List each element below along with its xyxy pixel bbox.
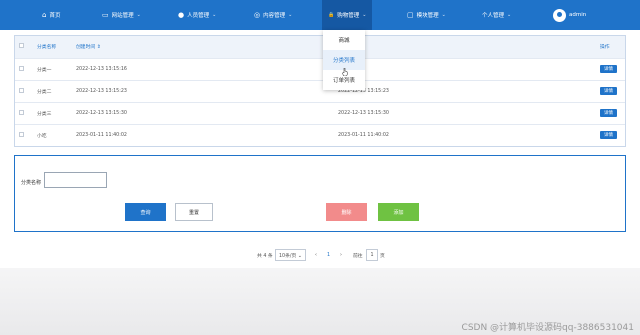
column-header-created[interactable]: 创建时间 ⇕ xyxy=(72,36,334,58)
search-label: 分类名称 xyxy=(21,180,42,186)
chevron-down-icon: ⌄ xyxy=(362,12,367,18)
goto-prefix: 前往 xyxy=(353,253,363,259)
top-nav-bar: ⌂ 首页 ▭ 网站管理 ⌄ ● 人员管理 ⌄ ◎ 内容管理 ⌄ 🔒 购物管理 ⌄… xyxy=(0,0,640,30)
nav-staff-management[interactable]: ● 人员管理 ⌄ xyxy=(178,0,216,30)
cell-updated: 2023-01-11 11:40:02 xyxy=(338,132,389,138)
cell-name: 分类三 xyxy=(37,111,52,117)
cell-updated xyxy=(334,58,596,80)
nav-module-management[interactable]: ▢ 模块管理 ⌄ xyxy=(407,0,446,30)
cell-updated: 2022-12-13 13:15:23 xyxy=(338,88,389,94)
detail-button[interactable]: 详情 xyxy=(600,109,617,117)
compass-icon: ◎ xyxy=(254,10,261,19)
nav-personal-management[interactable]: 个人管理 ⌄ xyxy=(482,0,511,30)
cell-created: 2022-12-13 13:15:30 xyxy=(76,110,127,116)
cell-created: 2022-12-13 13:15:16 xyxy=(76,66,127,72)
delete-button[interactable]: 删除 xyxy=(326,203,367,221)
table-row: 分类二 2022-12-13 13:15:23 2022-12-13 13:15… xyxy=(15,80,625,102)
chevron-down-icon: ⌄ xyxy=(212,12,217,18)
chevron-down-icon: ⌄ xyxy=(288,12,293,18)
chevron-down-icon: ⌄ xyxy=(507,12,512,18)
cell-created: 2023-01-11 11:40:02 xyxy=(76,132,127,138)
nav-home[interactable]: ⌂ 首页 xyxy=(42,0,60,30)
column-header-updated xyxy=(334,36,596,58)
monitor-icon: ▭ xyxy=(102,10,109,19)
lock-icon: 🔒 xyxy=(328,11,335,18)
table-row: 小吃 2023-01-11 11:40:02 2023-01-11 11:40:… xyxy=(15,124,625,146)
prev-page-button[interactable]: ‹ xyxy=(315,249,317,261)
nav-site-management[interactable]: ▭ 网站管理 ⌄ xyxy=(102,0,141,30)
nav-module-management-label: 模块管理 xyxy=(416,13,439,19)
page-size-select[interactable]: 10条/页 ⌄ xyxy=(275,249,306,261)
detail-button[interactable]: 详情 xyxy=(600,87,617,95)
user-icon: ● xyxy=(178,10,185,19)
username: admin xyxy=(569,12,587,18)
category-table-panel: 分类名称 创建时间 ⇕ 操作 分类一 2022-12-13 13:15:16 详… xyxy=(14,35,626,147)
chevron-down-icon: ⌄ xyxy=(441,12,446,18)
reset-button[interactable]: 重置 xyxy=(175,203,213,221)
add-button[interactable]: 添加 xyxy=(378,203,419,221)
nav-staff-management-label: 人员管理 xyxy=(187,13,210,19)
nav-home-label: 首页 xyxy=(49,13,61,19)
detail-button[interactable]: 详情 xyxy=(600,131,617,140)
table-header-row: 分类名称 创建时间 ⇕ 操作 xyxy=(15,36,625,58)
footer: CSDN @计算机毕设源码qq-3886531041 xyxy=(0,268,640,335)
cell-name: 小吃 xyxy=(37,133,47,139)
category-name-input[interactable] xyxy=(44,172,107,188)
home-icon: ⌂ xyxy=(42,10,47,19)
goto-page-input[interactable]: 1 xyxy=(366,249,378,261)
avatar xyxy=(553,8,566,22)
dropdown-item-category-list[interactable]: 分类列表 xyxy=(323,50,365,70)
total-count: 共 4 条 xyxy=(257,253,273,259)
cell-name: 分类二 xyxy=(37,89,52,95)
shopping-dropdown-menu: 商城 分类列表 订单列表 xyxy=(323,30,365,90)
row-checkbox[interactable] xyxy=(19,65,24,71)
nav-site-management-label: 网站管理 xyxy=(111,13,134,19)
query-button[interactable]: 查询 xyxy=(125,203,166,221)
dropdown-item-mall[interactable]: 商城 xyxy=(323,30,365,50)
nav-shopping-management-label: 购物管理 xyxy=(337,13,360,19)
hand-cursor-icon xyxy=(342,68,348,76)
chevron-down-icon: ⌄ xyxy=(136,12,141,18)
table-row: 分类三 2022-12-13 13:15:30 2022-12-13 13:15… xyxy=(15,102,625,124)
page-number-current[interactable]: 1 xyxy=(327,249,330,261)
goto-suffix: 页 xyxy=(380,253,385,259)
watermark: CSDN @计算机毕设源码qq-3886531041 xyxy=(461,323,634,333)
next-page-button[interactable]: › xyxy=(340,249,342,261)
nav-shopping-management[interactable]: 🔒 购物管理 ⌄ xyxy=(322,0,372,30)
cell-created: 2022-12-13 13:15:23 xyxy=(76,88,127,94)
detail-button[interactable]: 详情 xyxy=(600,65,617,73)
pagination: 共 4 条 10条/页 ⌄ ‹ 1 › 前往 1 页 xyxy=(0,249,640,261)
column-header-name: 分类名称 xyxy=(37,45,57,51)
select-all-checkbox[interactable] xyxy=(19,43,24,49)
search-panel: 分类名称 查询 重置 删除 添加 xyxy=(14,155,626,232)
row-checkbox[interactable] xyxy=(19,87,24,93)
nav-content-management[interactable]: ◎ 内容管理 ⌄ xyxy=(254,0,292,30)
nav-personal-management-label: 个人管理 xyxy=(482,13,505,19)
row-checkbox[interactable] xyxy=(19,131,24,137)
cell-name: 分类一 xyxy=(37,67,52,73)
cell-updated: 2022-12-13 13:15:30 xyxy=(338,110,389,116)
row-checkbox[interactable] xyxy=(19,109,24,115)
column-header-actions: 操作 xyxy=(600,45,610,51)
table-row: 分类一 2022-12-13 13:15:16 详情 xyxy=(15,58,625,80)
category-table: 分类名称 创建时间 ⇕ 操作 分类一 2022-12-13 13:15:16 详… xyxy=(15,36,625,146)
user-menu[interactable]: admin xyxy=(553,0,586,30)
module-icon: ▢ xyxy=(407,10,414,19)
nav-content-management-label: 内容管理 xyxy=(263,13,286,19)
